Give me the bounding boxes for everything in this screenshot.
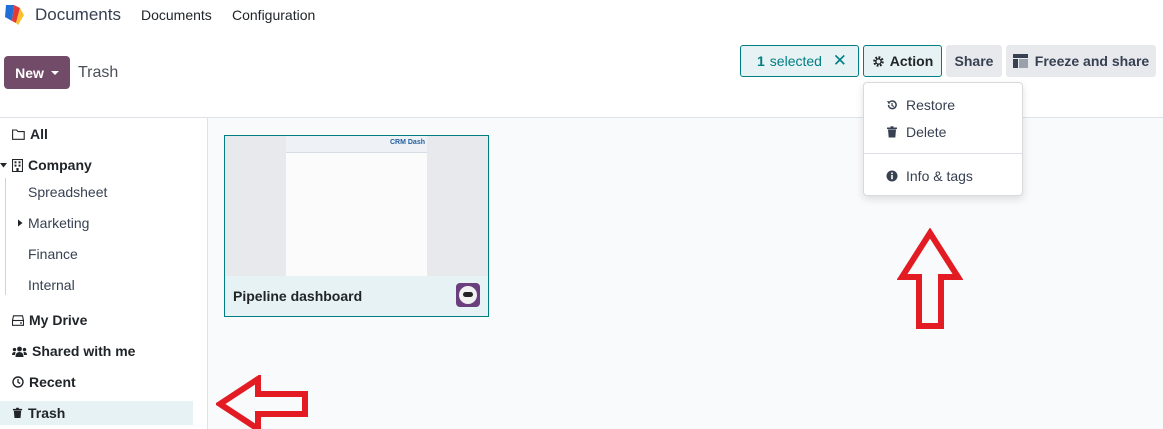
breadcrumb: Trash [78, 64, 119, 81]
trash-icon [887, 126, 897, 138]
sidebar-item-label: Trash [28, 405, 66, 421]
sidebar-item-company[interactable]: Company [0, 157, 92, 173]
sidebar-item-label: Finance [28, 246, 78, 262]
thumbnail-text: CRM Dash [389, 139, 425, 146]
freeze-table-icon [1012, 54, 1028, 68]
sidebar-item-label: Internal [28, 277, 75, 293]
caret-right-icon[interactable] [17, 219, 23, 227]
sidebar-item-label: My Drive [29, 312, 88, 328]
sidebar-item-my-drive[interactable]: My Drive [12, 312, 87, 328]
thumbnail-header: CRM Dash [286, 136, 427, 153]
sidebar-item-label: Shared with me [32, 343, 136, 359]
menu-item-delete[interactable]: Delete [886, 124, 946, 140]
sidebar-item-shared-with-me[interactable]: Shared with me [12, 343, 135, 359]
annotation-left-arrow [216, 375, 308, 429]
sidebar-item-trash[interactable]: Trash [12, 405, 65, 421]
sidebar-item-label: Spreadsheet [28, 184, 108, 200]
sidebar-item-spreadsheet[interactable]: Spreadsheet [28, 184, 107, 200]
app-title[interactable]: Documents [35, 5, 121, 25]
share-button-label: Share [954, 53, 994, 69]
action-dropdown-menu: Restore Delete Info & tags [863, 82, 1023, 196]
info-tags-label: Info & tags [906, 168, 973, 184]
menu-divider [864, 153, 1022, 154]
folder-open-icon [12, 128, 25, 140]
document-thumbnail: CRM Dash [286, 136, 427, 276]
users-icon [12, 346, 27, 357]
freeze-and-share-label: Freeze and share [1034, 53, 1150, 69]
annotation-up-arrow [897, 228, 963, 329]
sidebar-item-recent[interactable]: Recent [12, 374, 76, 390]
documents-app-logo[interactable] [2, 3, 26, 27]
caret-down-icon [0, 163, 7, 168]
sidebar-item-marketing[interactable]: Marketing [17, 215, 89, 231]
sidebar-item-all[interactable]: All [12, 126, 48, 142]
restore-label: Restore [906, 97, 956, 113]
hdd-icon [12, 314, 24, 326]
sidebar-item-internal[interactable]: Internal [28, 277, 75, 293]
building-icon [12, 158, 23, 172]
selection-count: 1 [757, 53, 765, 69]
clear-selection-icon[interactable]: ✕ [833, 51, 847, 71]
document-name: Pipeline dashboard [233, 288, 363, 304]
avatar-eyes [463, 292, 473, 297]
selection-indicator: 1 selected ✕ [740, 45, 859, 77]
menu-configuration[interactable]: Configuration [232, 7, 315, 23]
folders-sidebar: All Company Spreadsheet Marketing Financ… [0, 118, 208, 429]
menu-documents[interactable]: Documents [141, 7, 212, 23]
sidebar-item-label: Recent [29, 374, 76, 390]
sidebar-item-finance[interactable]: Finance [28, 246, 78, 262]
delete-label: Delete [906, 124, 947, 140]
gear-icon [872, 55, 884, 67]
action-button-label: Action [889, 53, 934, 69]
share-button[interactable]: Share [946, 45, 1002, 77]
new-button-label: New [15, 64, 44, 81]
selection-label: selected [769, 53, 822, 69]
info-circle-icon [886, 170, 898, 182]
new-button[interactable]: New [4, 56, 70, 89]
clock-icon [12, 376, 24, 388]
document-card[interactable]: CRM Dash Pipeline dashboard [224, 135, 489, 317]
tree-connector [5, 178, 6, 295]
top-navbar: Documents Documents Configuration [0, 0, 1163, 30]
trash-icon [12, 407, 23, 419]
sidebar-item-label: All [30, 126, 48, 142]
menu-item-info-tags[interactable]: Info & tags [886, 168, 973, 184]
freeze-and-share-button[interactable]: Freeze and share [1006, 45, 1156, 77]
owner-avatar[interactable] [456, 283, 480, 307]
history-icon [887, 100, 897, 110]
caret-down-icon [50, 70, 59, 75]
sidebar-item-label: Marketing [28, 215, 90, 231]
sidebar-item-label: Company [28, 157, 92, 173]
action-button[interactable]: Action [863, 45, 942, 77]
document-card-footer: Pipeline dashboard [225, 276, 488, 316]
menu-item-restore[interactable]: Restore [886, 97, 955, 113]
